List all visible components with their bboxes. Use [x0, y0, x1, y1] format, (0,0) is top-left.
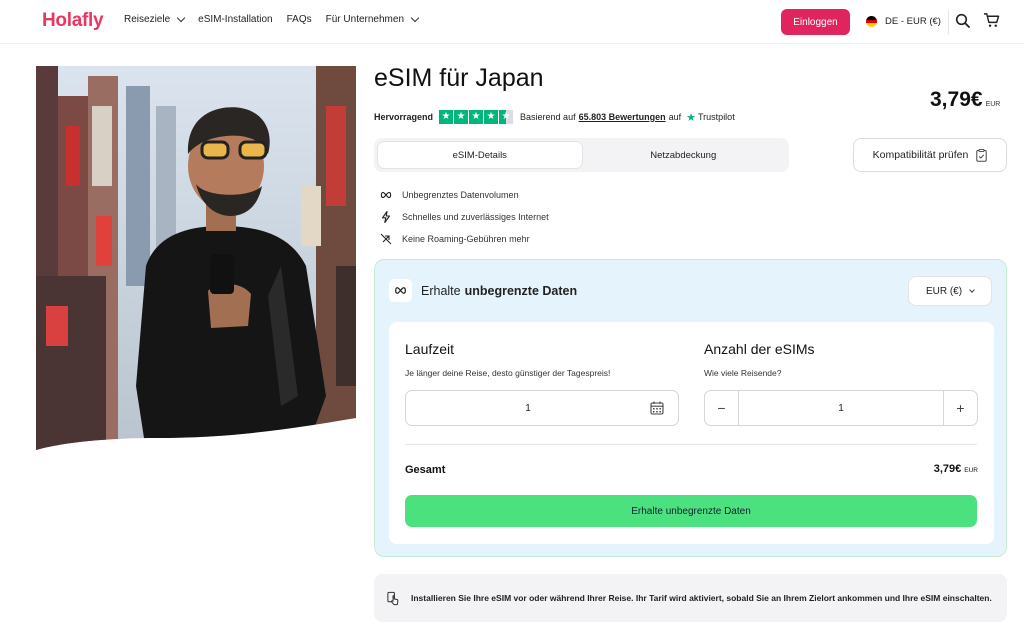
duration-subtitle: Je länger deine Reise, desto günstiger d…	[405, 368, 611, 378]
trustpilot-label: Trustpilot	[698, 112, 735, 122]
nav-reiseziele[interactable]: Reiseziele	[124, 13, 186, 25]
no-roaming-icon	[380, 233, 392, 245]
esims-quantity-stepper: − 1 +	[704, 390, 978, 426]
check-compatibility-button[interactable]: Kompatibilität prüfen	[853, 138, 1007, 172]
plan-heading-prefix: Erhalte	[421, 283, 461, 298]
tap-hand-icon	[387, 591, 399, 605]
nav-label: eSIM-Installation	[198, 14, 273, 25]
lightning-icon	[381, 211, 391, 223]
chevron-down-icon	[969, 286, 975, 293]
star-icon: ★	[439, 110, 454, 124]
star-icon: ★	[484, 110, 499, 124]
feature-item: Keine Roaming-Gebühren mehr	[380, 228, 549, 250]
trustpilot-star-icon: ★	[686, 111, 697, 124]
decrement-button[interactable]: −	[705, 391, 739, 425]
tab-netzabdeckung[interactable]: Netzabdeckung	[582, 142, 786, 168]
plan-heading-bold: unbegrenzte Daten	[464, 283, 578, 298]
get-unlimited-data-button[interactable]: Erhalte unbegrenzte Daten	[405, 495, 977, 527]
product-title: eSIM für Japan	[374, 64, 544, 92]
cart-icon[interactable]	[983, 12, 1000, 29]
feature-item: Unbegrenztes Datenvolumen	[380, 184, 549, 206]
star-icon: ★	[454, 110, 469, 124]
search-icon[interactable]	[955, 13, 971, 29]
product-price: 3,79€ EUR	[930, 88, 1000, 112]
infinity-icon	[389, 279, 412, 302]
login-button[interactable]: Einloggen	[781, 9, 850, 35]
esims-value[interactable]: 1	[739, 403, 943, 414]
feature-list: Unbegrenztes Datenvolumen Schnelles und …	[380, 184, 549, 250]
nav-label: Reiseziele	[124, 14, 171, 25]
holafly-logo[interactable]: Holafly	[42, 10, 104, 32]
nav-label: FAQs	[286, 14, 312, 25]
germany-flag-icon	[866, 16, 877, 27]
clipboard-check-icon	[976, 148, 988, 162]
chevron-down-icon	[176, 13, 186, 23]
notice-text: Installieren Sie Ihre eSIM vor oder währ…	[411, 593, 992, 603]
feature-item: Schnelles und zuverlässiges Internet	[380, 206, 549, 228]
divider	[405, 444, 977, 445]
rating-based-on: Basierend auf	[520, 112, 576, 122]
esims-title: Anzahl der eSIMs	[704, 341, 815, 357]
duration-title: Laufzeit	[405, 341, 455, 357]
total-value: 3,79€	[933, 463, 962, 475]
total-label: Gesamt	[405, 464, 446, 476]
locale-selector[interactable]: DE - EUR (€)	[866, 16, 941, 27]
rating-stars: ★ ★ ★ ★ ★	[439, 110, 514, 124]
plan-card: Erhalte unbegrenzte Daten EUR (€) Laufze…	[374, 259, 1007, 557]
total-price: 3,79€ EUR	[934, 463, 978, 475]
feature-label: Keine Roaming-Gebühren mehr	[402, 234, 530, 244]
header-divider	[948, 10, 949, 34]
trustpilot-rating: Hervorragend ★ ★ ★ ★ ★ Basierend auf 65.…	[374, 110, 735, 124]
increment-button[interactable]: +	[943, 391, 977, 425]
reviews-link[interactable]: 65.803 Bewertungen	[579, 112, 666, 122]
top-navigation: Holafly Reiseziele eSIM-Installation FAQ…	[0, 0, 1024, 44]
nav-faqs[interactable]: FAQs	[287, 14, 312, 25]
price-value: 3,79€	[930, 88, 983, 111]
currency-select[interactable]: EUR (€)	[908, 276, 992, 306]
product-tabs: eSIM-Details Netzabdeckung	[374, 138, 789, 172]
duration-input[interactable]: 1	[405, 390, 679, 426]
price-unit: EUR	[985, 101, 1001, 108]
chevron-down-icon	[410, 13, 420, 23]
plan-heading: Erhalte unbegrenzte Daten	[389, 279, 577, 302]
rating-on: auf	[668, 112, 682, 122]
feature-label: Schnelles und zuverlässiges Internet	[402, 212, 549, 222]
locale-label: DE - EUR (€)	[885, 16, 941, 27]
nav-fuer-unternehmen[interactable]: Für Unternehmen	[325, 13, 420, 25]
nav-esim-installation[interactable]: eSIM-Installation	[198, 14, 272, 25]
calendar-icon[interactable]	[650, 401, 664, 415]
plan-config-panel: Laufzeit Je länger deine Reise, desto gü…	[389, 322, 994, 544]
installation-notice: Installieren Sie Ihre eSIM vor oder währ…	[374, 574, 1007, 622]
compat-label: Kompatibilität prüfen	[872, 149, 969, 161]
star-icon: ★	[469, 110, 484, 124]
rating-label: Hervorragend	[374, 112, 434, 122]
duration-value: 1	[525, 402, 531, 414]
main-nav: Reiseziele eSIM-Installation FAQs Für Un…	[124, 13, 432, 25]
total-unit: EUR	[964, 467, 978, 474]
esims-subtitle: Wie viele Reisende?	[704, 368, 782, 378]
currency-label: EUR (€)	[925, 285, 963, 297]
half-star-icon: ★	[499, 110, 514, 124]
infinity-icon	[380, 191, 392, 199]
product-hero-image	[36, 66, 356, 451]
tab-esim-details[interactable]: eSIM-Details	[378, 142, 582, 168]
feature-label: Unbegrenztes Datenvolumen	[402, 190, 519, 200]
nav-label: Für Unternehmen	[325, 14, 405, 25]
